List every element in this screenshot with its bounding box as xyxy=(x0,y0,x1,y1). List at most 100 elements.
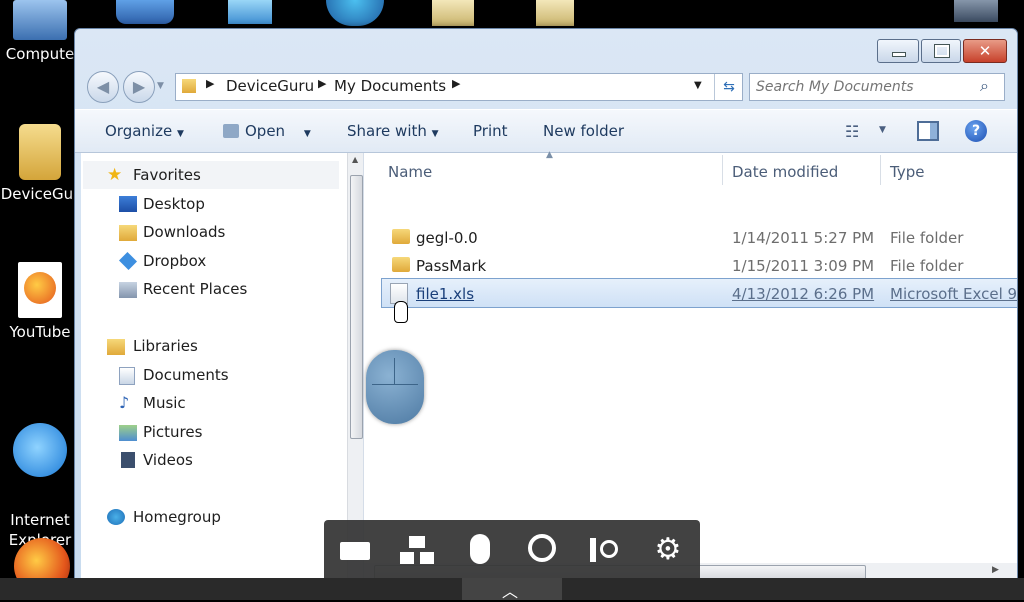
column-header-type[interactable]: Type xyxy=(890,163,924,181)
gear-icon: ⚙ xyxy=(654,532,682,567)
mouse-divider xyxy=(394,358,395,384)
network-icon-part xyxy=(420,552,434,564)
nav-homegroup[interactable]: Homegroup xyxy=(133,508,221,526)
new-folder-button[interactable]: New folder xyxy=(543,122,624,140)
info-search-icon-lens xyxy=(600,540,618,558)
address-dropdown-icon[interactable]: ▼ xyxy=(694,80,702,91)
scroll-up-icon[interactable]: ▲ xyxy=(352,155,358,164)
file-type: File folder xyxy=(890,229,964,247)
search-input[interactable] xyxy=(754,76,978,98)
file-name: file1.xls xyxy=(416,285,475,303)
scrollbar-thumb[interactable] xyxy=(350,175,363,439)
nav-videos[interactable]: Videos xyxy=(143,451,193,469)
chevron-down-icon[interactable]: ▼ xyxy=(879,125,886,135)
desktop-switch-button[interactable] xyxy=(400,532,436,568)
forward-arrow-icon: ▶ xyxy=(132,77,146,96)
desktop-top-icon-6[interactable] xyxy=(954,0,998,22)
desktop-icon-computer[interactable]: Compute xyxy=(0,0,80,65)
firefox-shortcut-icon xyxy=(18,262,62,318)
chevron-down-icon: ▼ xyxy=(176,129,184,139)
nav-favorites[interactable]: Favorites xyxy=(133,166,201,184)
desktop-top-icon-4[interactable] xyxy=(432,0,474,26)
search-icon[interactable]: ⌕ xyxy=(980,76,989,96)
back-button[interactable]: ◀ xyxy=(87,71,119,103)
open-button[interactable]: Open ▼ xyxy=(223,122,311,140)
organize-button[interactable]: Organize ▼ xyxy=(105,122,184,140)
desktop-icon xyxy=(119,196,137,212)
network-icon-part xyxy=(400,552,414,564)
minimize-button[interactable] xyxy=(877,39,919,63)
info-search-icon xyxy=(590,538,596,562)
file-type: File folder xyxy=(890,257,964,275)
file-date: 1/14/2011 5:27 PM xyxy=(732,229,875,247)
folder-icon xyxy=(392,257,410,272)
libraries-icon xyxy=(107,339,125,355)
column-divider[interactable] xyxy=(722,155,723,185)
help-icon[interactable]: ? xyxy=(965,120,987,142)
scroll-right-icon[interactable]: ▶ xyxy=(992,565,999,575)
column-header-name[interactable]: Name xyxy=(388,163,432,181)
view-options-icon[interactable]: ☷ xyxy=(845,122,859,141)
file-date: 4/13/2012 6:26 PM xyxy=(732,285,875,303)
file-row-file1[interactable]: file1.xls 4/13/2012 6:26 PM Microsoft Ex… xyxy=(381,278,1018,308)
restore-button[interactable] xyxy=(921,39,961,63)
nav-documents[interactable]: Documents xyxy=(143,366,229,384)
nav-music[interactable]: Music xyxy=(143,394,186,412)
desktop-icon-youtube[interactable]: YouTube xyxy=(0,262,80,343)
remote-control-bar: ⚙ xyxy=(324,520,700,578)
dropbox-icon xyxy=(118,251,138,271)
file-row-passmark[interactable]: PassMark 1/15/2011 3:09 PM File folder xyxy=(382,251,1017,279)
nav-dropbox[interactable]: Dropbox xyxy=(143,252,206,270)
close-icon: ✕ xyxy=(978,42,992,60)
address-bar[interactable]: ▶ DeviceGuru ▶ My Documents ▶ ▼ ⇆ xyxy=(175,73,743,101)
homegroup-icon xyxy=(107,509,125,525)
mouse-button[interactable] xyxy=(462,532,498,568)
settings-button[interactable]: ⚙ xyxy=(650,532,686,568)
desktop-top-icon-2[interactable] xyxy=(228,0,272,24)
preview-pane-icon[interactable] xyxy=(917,121,939,141)
file-type: Microsoft Excel 9 xyxy=(890,285,1018,303)
column-header-date[interactable]: Date modified xyxy=(732,163,838,181)
desktop-top-icon-5[interactable] xyxy=(536,0,574,26)
chevron-up-icon: ︿ xyxy=(502,582,519,601)
zoom-button[interactable] xyxy=(526,532,562,568)
nav-pictures[interactable]: Pictures xyxy=(143,423,202,441)
breadcrumb-separator[interactable]: ▶ xyxy=(318,77,326,90)
desktop-top-icon-1[interactable] xyxy=(116,0,174,24)
refresh-button[interactable]: ⇆ xyxy=(714,74,743,100)
chevron-down-icon[interactable]: ▼ xyxy=(304,129,311,139)
recent-pages-dropdown[interactable]: ▼ xyxy=(157,81,164,91)
desktop-icon-label: YouTube xyxy=(9,323,71,341)
print-button[interactable]: Print xyxy=(473,122,508,140)
breadcrumb-separator[interactable]: ▶ xyxy=(206,77,214,90)
breadcrumb-separator[interactable]: ▶ xyxy=(452,77,460,90)
navigation-pane: ★ Favorites Desktop Downloads Dropbox Re… xyxy=(81,153,364,589)
keyboard-button[interactable] xyxy=(338,532,374,568)
restore-icon xyxy=(934,44,950,58)
nav-libraries[interactable]: Libraries xyxy=(133,337,198,355)
desktop-icon-deviceguru[interactable]: DeviceGur xyxy=(0,124,80,205)
videos-icon xyxy=(121,452,135,468)
column-divider[interactable] xyxy=(880,155,881,185)
desktop-top-icon-3[interactable] xyxy=(326,0,384,26)
desktop-icon-label: DeviceGur xyxy=(0,185,80,203)
info-search-button[interactable] xyxy=(588,532,624,568)
folder-icon xyxy=(182,79,196,93)
search-box[interactable]: ⌕ xyxy=(749,73,1005,101)
desktop-icon-label: Compute xyxy=(5,45,75,63)
nav-downloads[interactable]: Downloads xyxy=(143,223,225,241)
file-name: PassMark xyxy=(416,257,487,275)
close-button[interactable]: ✕ xyxy=(963,39,1007,63)
file-row-gegl[interactable]: gegl-0.0 1/14/2011 5:27 PM File folder xyxy=(382,223,1017,251)
breadcrumb-deviceguru[interactable]: DeviceGuru xyxy=(226,77,314,95)
forward-button[interactable]: ▶ xyxy=(123,71,155,103)
expand-toolbar-tab[interactable]: ︿ xyxy=(462,578,562,601)
command-bar: Organize ▼ Open ▼ Share with ▼ Print New… xyxy=(75,109,1017,153)
nav-desktop[interactable]: Desktop xyxy=(143,195,205,213)
explorer-window: ✕ ◀ ▶ ▼ ▶ DeviceGuru ▶ My Documents ▶ ▼ … xyxy=(74,28,1018,590)
breadcrumb-my-documents[interactable]: My Documents xyxy=(334,77,446,95)
file-name: gegl-0.0 xyxy=(416,229,478,247)
share-with-button[interactable]: Share with ▼ xyxy=(347,122,439,140)
mouse-mode-indicator[interactable] xyxy=(366,350,424,424)
nav-recent-places[interactable]: Recent Places xyxy=(143,280,247,298)
